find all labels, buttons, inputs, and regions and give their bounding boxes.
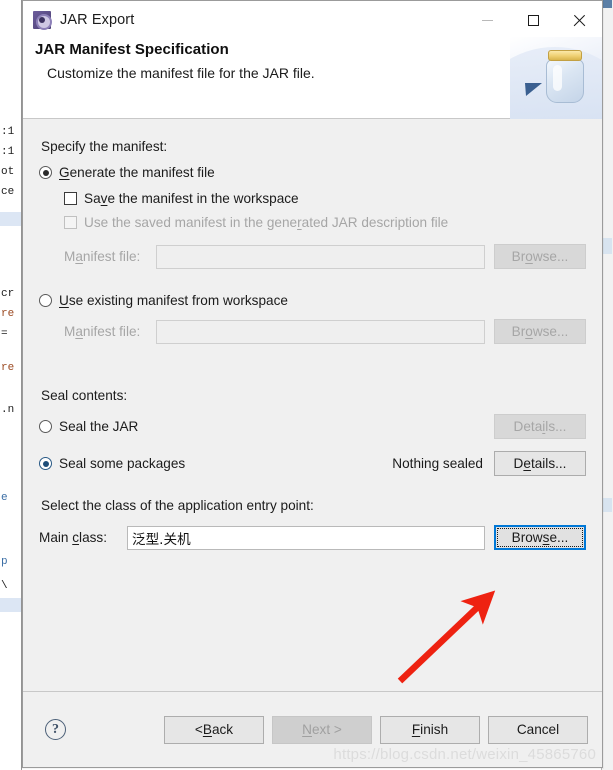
dialog-footer: ? < Back Next > Finish Cancel https://bl… — [23, 691, 602, 767]
close-icon — [573, 14, 586, 27]
manifest-file-input-1 — [156, 244, 485, 269]
radio-use-existing-manifest-label: Use existing manifest from workspace — [59, 293, 288, 308]
jar-export-dialog: JAR Export JAR Manifest Specification Cu… — [22, 0, 603, 768]
cancel-button[interactable]: Cancel — [488, 715, 588, 744]
bg-code-line: p — [1, 556, 8, 568]
entry-point-label: Select the class of the application entr… — [41, 498, 314, 513]
seal-packages-row: Seal some packages Nothing sealed De tail… — [39, 451, 586, 476]
maximize-icon — [527, 14, 539, 26]
manifest-file-row-1: Manifest file: Br o wse... — [39, 244, 586, 269]
jar-illustration — [510, 37, 602, 119]
seal-jar-details-button: Deta i ls... — [494, 414, 586, 439]
arrow-icon — [525, 83, 542, 96]
bg-code-line: \ — [1, 580, 8, 592]
bg-code-line: re — [1, 308, 15, 320]
minimize-icon — [481, 19, 493, 21]
dialog-titlebar[interactable]: JAR Export — [23, 1, 602, 39]
seal-packages-details-button[interactable]: De tails... — [494, 451, 586, 476]
checkbox-use-saved-manifest-label: Use the saved manifest in the generated … — [84, 215, 449, 230]
bg-code-line: :1 — [1, 146, 15, 158]
close-button[interactable] — [556, 1, 602, 39]
seal-contents-label: Seal contents: — [41, 388, 128, 403]
bg-code-line: e — [1, 492, 8, 504]
jar-export-icon — [33, 11, 52, 30]
radio-generate-manifest-label: Generate the manifest file — [59, 165, 215, 180]
jar-lid-icon — [548, 50, 582, 61]
next-button: Next > — [272, 715, 372, 744]
screenshot-root: :1 :1 ot ce cr re = re .n e p \ JAR Expo… — [0, 0, 613, 770]
seal-status-text: Nothing sealed — [392, 456, 483, 471]
manifest-file-input-2 — [156, 319, 485, 344]
bg-code-line: :1 — [1, 126, 15, 138]
jar-body-icon — [546, 59, 584, 103]
bg-code-line: = — [1, 328, 8, 340]
radio-seal-packages-label: Seal some packages — [59, 456, 186, 471]
manifest-file-row-2: Manifest file: Br o wse... — [39, 319, 586, 344]
entry-point-section: Select the class of the application entr… — [39, 498, 586, 550]
watermark-text: https://blog.csdn.net/weixin_45865760 — [333, 746, 596, 763]
radio-generate-manifest[interactable]: Generate the manifest file — [39, 165, 586, 180]
bg-code-line: re — [1, 362, 15, 374]
help-question-icon[interactable]: ? — [45, 719, 66, 740]
manifest-file-label-2: Manifest file: — [64, 324, 141, 339]
radio-indicator — [39, 166, 52, 179]
bg-code-line: ot — [1, 166, 15, 178]
bg-code-line: ce — [1, 186, 15, 198]
bg-code-line: cr — [1, 288, 15, 300]
bg-code-line: .n — [1, 404, 15, 416]
checkbox-indicator — [64, 192, 77, 205]
minimize-button[interactable] — [464, 1, 510, 39]
main-class-row: Main class: 泛型.关机 Brow s e... — [39, 525, 586, 550]
window-controls — [464, 1, 602, 39]
back-button[interactable]: < Back — [164, 715, 264, 744]
radio-indicator[interactable] — [39, 457, 52, 470]
radio-indicator[interactable] — [39, 420, 52, 433]
browse-button-1: Br o wse... — [494, 244, 586, 269]
maximize-button[interactable] — [510, 1, 556, 39]
main-class-label: Main class: — [39, 530, 107, 545]
dialog-header: JAR Manifest Specification Customize the… — [23, 37, 602, 119]
browse-button-2: Br o wse... — [494, 319, 586, 344]
checkbox-indicator — [64, 216, 77, 229]
checkbox-save-manifest[interactable]: Save the manifest in the workspace — [39, 191, 586, 206]
seal-jar-row: Seal the JAR Deta i ls... — [39, 414, 586, 439]
finish-button[interactable]: Finish — [380, 715, 480, 744]
main-class-browse-button[interactable]: Brow s e... — [494, 525, 586, 550]
main-class-input[interactable]: 泛型.关机 — [127, 525, 485, 550]
checkbox-save-manifest-label: Save the manifest in the workspace — [84, 191, 299, 206]
checkbox-use-saved-manifest: Use the saved manifest in the generated … — [39, 215, 586, 230]
radio-seal-jar-label: Seal the JAR — [59, 419, 139, 434]
footer-buttons: < Back Next > Finish Cancel — [156, 715, 588, 744]
specify-manifest-label: Specify the manifest: — [41, 139, 168, 154]
radio-use-existing-manifest[interactable]: Use existing manifest from workspace — [39, 293, 586, 308]
dialog-content: Specify the manifest: Generate the manif… — [23, 119, 602, 691]
background-code-editor: :1 :1 ot ce cr re = re .n e p \ — [0, 0, 22, 770]
manifest-file-label-1: Manifest file: — [64, 249, 141, 264]
radio-indicator — [39, 294, 52, 307]
dialog-title: JAR Export — [60, 12, 135, 28]
